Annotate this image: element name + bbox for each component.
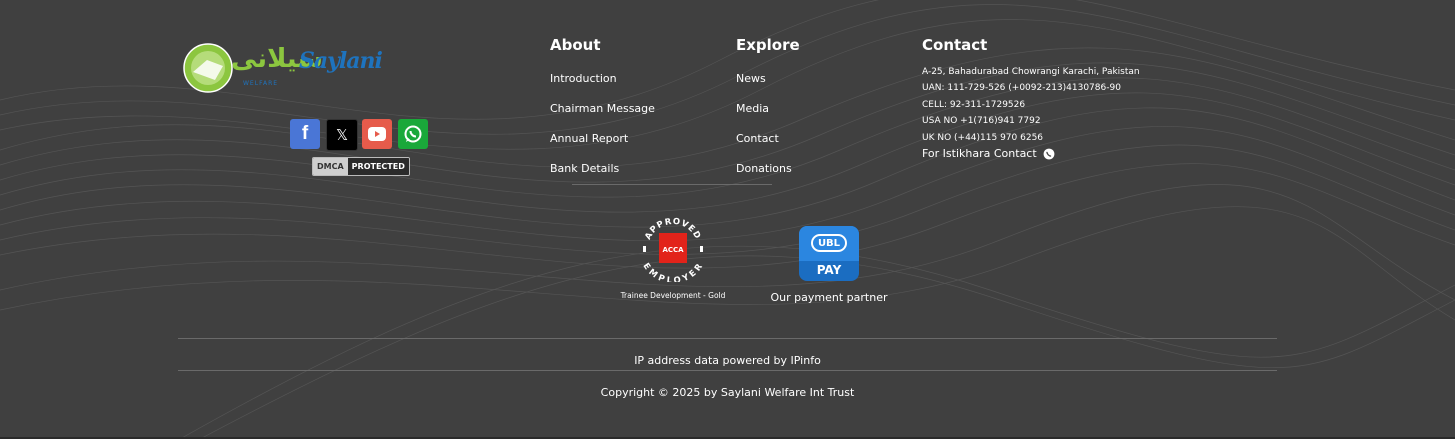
youtube-link[interactable] xyxy=(362,119,392,149)
istikhara-contact-link[interactable]: For Istikhara Contact xyxy=(922,147,1055,160)
dmca-badge[interactable]: DMCA PROTECTED xyxy=(312,157,410,176)
whatsapp-link[interactable] xyxy=(398,119,428,149)
footer-divider-top xyxy=(178,338,1277,339)
contact-cell: CELL: 92-311-1729526 xyxy=(922,100,1026,110)
acca-box-text: ACCA xyxy=(662,246,684,254)
copyright-text: Copyright © 2025 by Saylani Welfare Int … xyxy=(600,386,855,399)
dmca-label: DMCA xyxy=(313,158,348,175)
footer-divider-bottom xyxy=(178,370,1277,371)
about-heading: About xyxy=(550,36,601,54)
link-media[interactable]: Media xyxy=(736,102,769,115)
contact-uan: UAN: 111-729-526 (+0092-213)4130786-90 xyxy=(922,83,1121,93)
contact-usa: USA NO +1(716)941 7792 xyxy=(922,116,1041,126)
link-donations[interactable]: Donations xyxy=(736,162,792,175)
acca-badge-icon: APPROVED EMPLOYER ACCA xyxy=(641,217,706,286)
link-bank-details[interactable]: Bank Details xyxy=(550,162,619,175)
ip-info-text[interactable]: IP address data powered by IPinfo xyxy=(0,354,1455,367)
facebook-link[interactable]: f xyxy=(290,119,320,149)
payment-partner-caption: Our payment partner xyxy=(770,291,888,304)
dmca-protected-label: PROTECTED xyxy=(347,158,409,175)
istikhara-label: For Istikhara Contact xyxy=(922,147,1037,160)
saylani-logo[interactable]: سیلانی Saylani WELFARE xyxy=(183,40,383,96)
ubl-text: UBL xyxy=(811,234,847,252)
link-news[interactable]: News xyxy=(736,72,766,85)
link-chairman-message[interactable]: Chairman Message xyxy=(550,102,655,115)
acca-bottom-arc-text: EMPLOYER xyxy=(641,261,705,286)
facebook-icon: f xyxy=(301,123,309,144)
x-link[interactable]: 𝕏 xyxy=(326,119,358,151)
links-divider xyxy=(572,184,772,185)
ubl-pay-text: PAY xyxy=(816,263,842,277)
acca-caption: Trainee Development - Gold xyxy=(620,291,726,300)
svg-text:EMPLOYER: EMPLOYER xyxy=(641,261,706,282)
youtube-icon xyxy=(368,127,386,141)
logo-english-text: Saylani xyxy=(299,48,383,74)
link-annual-report[interactable]: Annual Report xyxy=(550,132,628,145)
x-icon: 𝕏 xyxy=(335,126,349,144)
explore-heading: Explore xyxy=(736,36,800,54)
contact-uk: UK NO (+44)115 970 6256 xyxy=(922,133,1044,143)
whatsapp-icon xyxy=(1043,148,1055,159)
link-introduction[interactable]: Introduction xyxy=(550,72,617,85)
link-contact[interactable]: Contact xyxy=(736,132,779,145)
logo-emblem-icon xyxy=(183,43,233,93)
contact-address: A-25, Bahadurabad Chowrangi Karachi, Pak… xyxy=(922,67,1140,77)
ubl-pay-logo: UBL PAY xyxy=(799,226,859,281)
acca-approved-employer-badge: APPROVED EMPLOYER ACCA xyxy=(640,216,706,286)
logo-subtext: WELFARE xyxy=(243,80,279,87)
whatsapp-icon xyxy=(404,125,422,143)
contact-heading: Contact xyxy=(922,36,988,54)
